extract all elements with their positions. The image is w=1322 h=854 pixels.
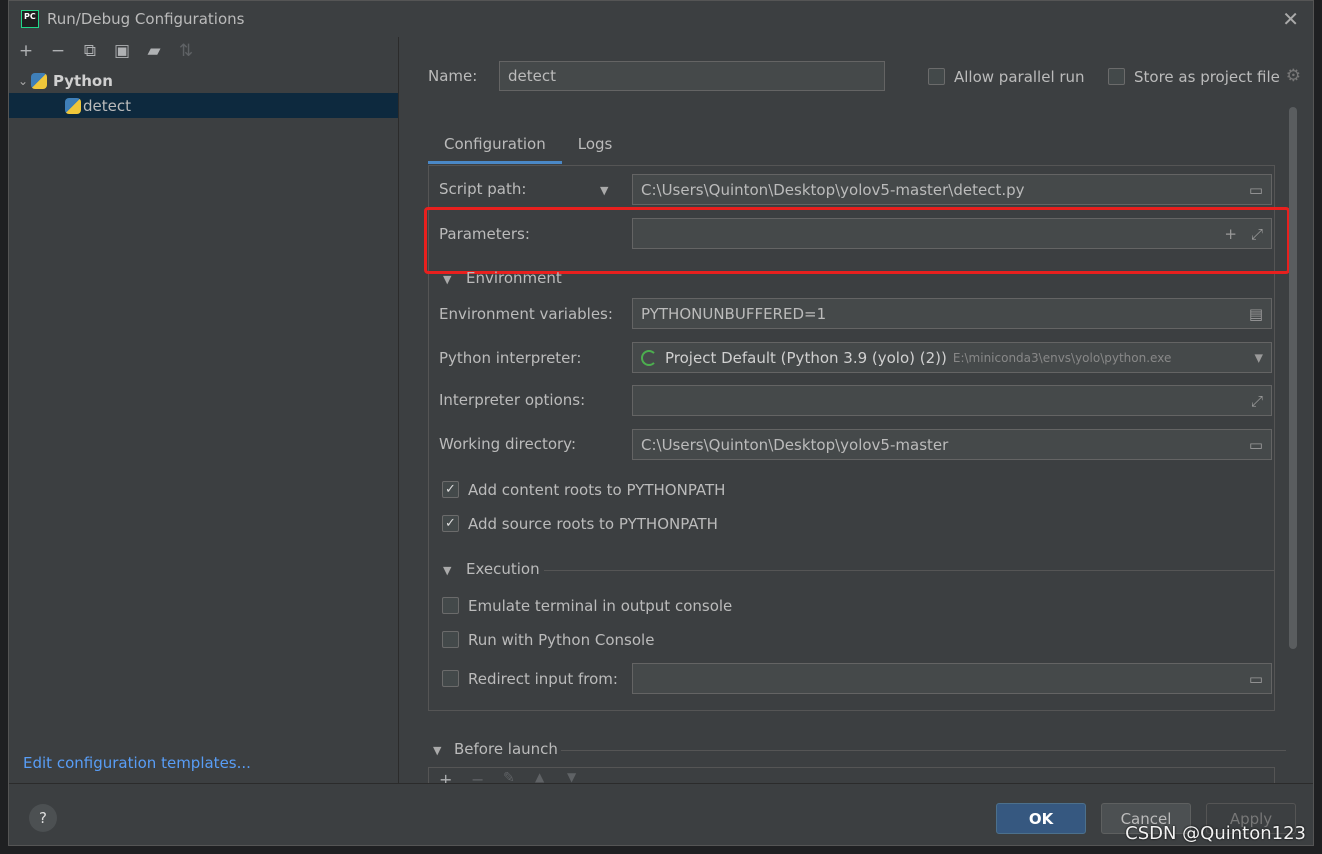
remove-icon[interactable]: − bbox=[49, 42, 67, 60]
close-icon[interactable]: ✕ bbox=[1282, 7, 1299, 31]
store-project-label: Store as project file bbox=[1134, 68, 1280, 86]
tree-toolbar: + − ⧉ ▣ ▰ ⇅ bbox=[9, 37, 398, 65]
run-debug-dialog: PC Run/Debug Configurations ✕ + − ⧉ ▣ ▰ … bbox=[8, 0, 1314, 846]
python-icon bbox=[31, 72, 47, 89]
dialog-title: Run/Debug Configurations bbox=[47, 10, 245, 28]
before-launch-divider bbox=[561, 750, 1286, 751]
highlight-box bbox=[424, 207, 1290, 274]
tree-group-label: Python bbox=[53, 71, 113, 90]
before-launch-label: Before launch bbox=[454, 740, 558, 758]
working-dir-field[interactable]: C:\Users\Quinton\Desktop\yolov5-master ▭ bbox=[632, 429, 1272, 460]
save-icon[interactable]: ▣ bbox=[113, 42, 131, 60]
folder-icon[interactable]: ▭ bbox=[1249, 436, 1263, 454]
move-up-icon[interactable]: ▲ bbox=[535, 770, 544, 783]
ok-button[interactable]: OK bbox=[996, 803, 1086, 834]
python-console-checkbox[interactable] bbox=[442, 631, 459, 648]
script-path-value: C:\Users\Quinton\Desktop\yolov5-master\d… bbox=[641, 180, 1025, 199]
execution-divider bbox=[544, 570, 1274, 571]
redirect-input-label: Redirect input from: bbox=[468, 670, 618, 688]
sort-icon[interactable]: ⇅ bbox=[177, 42, 195, 60]
edit-list-icon[interactable]: ▤ bbox=[1249, 305, 1263, 323]
environment-section-label: Environment bbox=[466, 269, 562, 287]
emulate-terminal-label: Emulate terminal in output console bbox=[468, 597, 733, 615]
env-vars-field[interactable]: PYTHONUNBUFFERED=1 ▤ bbox=[632, 298, 1272, 329]
interpreter-select[interactable]: Project Default (Python 3.9 (yolo) (2)) … bbox=[632, 342, 1272, 373]
execution-collapse-icon[interactable]: ▼ bbox=[443, 564, 451, 577]
add-content-roots-checkbox[interactable]: ✓ bbox=[442, 481, 459, 498]
editor-tabs: Configuration Logs bbox=[428, 127, 628, 164]
interpreter-value: Project Default (Python 3.9 (yolo) (2)) bbox=[665, 348, 947, 367]
folder-icon[interactable]: ▭ bbox=[1249, 181, 1263, 199]
name-field[interactable]: detect bbox=[499, 61, 885, 91]
redirect-input-checkbox[interactable] bbox=[442, 670, 459, 687]
env-vars-label: Environment variables: bbox=[439, 305, 613, 323]
allow-parallel-label: Allow parallel run bbox=[954, 68, 1085, 86]
tab-configuration[interactable]: Configuration bbox=[428, 127, 562, 164]
add-icon[interactable]: + bbox=[439, 770, 452, 783]
expand-icon[interactable]: ⤢ bbox=[1251, 392, 1263, 410]
add-content-roots-label: Add content roots to PYTHONPATH bbox=[468, 481, 726, 499]
python-icon bbox=[65, 97, 81, 114]
script-type-dropdown-icon[interactable]: ▼ bbox=[600, 184, 608, 197]
script-path-label: Script path: bbox=[439, 180, 527, 198]
python-console-label: Run with Python Console bbox=[468, 631, 655, 649]
redirect-input-field[interactable]: ▭ bbox=[632, 663, 1272, 694]
vertical-scrollbar[interactable] bbox=[1289, 107, 1297, 649]
store-project-checkbox[interactable] bbox=[1108, 68, 1125, 85]
title-bar: PC Run/Debug Configurations ✕ bbox=[9, 1, 1313, 37]
pycharm-logo-icon: PC bbox=[21, 10, 39, 28]
folder-icon[interactable]: ▭ bbox=[1249, 670, 1263, 688]
working-dir-value: C:\Users\Quinton\Desktop\yolov5-master bbox=[641, 435, 949, 454]
chevron-down-icon[interactable]: ⌄ bbox=[9, 74, 31, 88]
name-label: Name: bbox=[428, 67, 478, 85]
interp-options-label: Interpreter options: bbox=[439, 391, 586, 409]
help-button[interactable]: ? bbox=[29, 804, 57, 832]
watermark: CSDN @Quinton123 bbox=[1125, 823, 1306, 844]
interp-options-field[interactable]: ⤢ bbox=[632, 385, 1272, 416]
env-vars-value: PYTHONUNBUFFERED=1 bbox=[641, 304, 827, 323]
add-icon[interactable]: + bbox=[17, 42, 35, 60]
copy-icon[interactable]: ⧉ bbox=[81, 42, 99, 60]
before-launch-collapse-icon[interactable]: ▼ bbox=[433, 744, 441, 757]
working-dir-label: Working directory: bbox=[439, 435, 577, 453]
remove-icon[interactable]: − bbox=[471, 770, 484, 783]
before-launch-panel: + − ✎ ▲ ▼ bbox=[428, 767, 1275, 783]
dialog-footer: ? OK Cancel Apply bbox=[9, 783, 1313, 847]
configurations-tree: ⌄ Python detect bbox=[9, 68, 398, 118]
interpreter-path: E:\miniconda3\envs\yolo\python.exe bbox=[952, 350, 1172, 365]
new-folder-icon[interactable]: ▰ bbox=[145, 42, 163, 60]
interpreter-label: Python interpreter: bbox=[439, 349, 582, 367]
tree-item-label: detect bbox=[83, 96, 131, 115]
interpreter-status-icon bbox=[641, 349, 657, 366]
edit-templates-link[interactable]: Edit configuration templates... bbox=[23, 754, 251, 772]
add-source-roots-checkbox[interactable]: ✓ bbox=[442, 515, 459, 532]
configuration-editor: Name: detect Allow parallel run Store as… bbox=[399, 37, 1313, 783]
allow-parallel-checkbox[interactable] bbox=[928, 68, 945, 85]
script-path-field[interactable]: C:\Users\Quinton\Desktop\yolov5-master\d… bbox=[632, 174, 1272, 205]
execution-section-label: Execution bbox=[466, 560, 540, 578]
tree-group-python[interactable]: ⌄ Python bbox=[9, 68, 398, 93]
emulate-terminal-checkbox[interactable] bbox=[442, 597, 459, 614]
tree-item-detect[interactable]: detect bbox=[9, 93, 398, 118]
configurations-tree-pane: + − ⧉ ▣ ▰ ⇅ ⌄ Python detect Edit configu… bbox=[9, 37, 398, 783]
chevron-down-icon[interactable]: ▼ bbox=[1255, 351, 1263, 364]
edit-icon[interactable]: ✎ bbox=[503, 770, 515, 783]
environment-collapse-icon[interactable]: ▼ bbox=[443, 273, 451, 286]
gear-icon[interactable]: ⚙ bbox=[1286, 66, 1301, 86]
add-source-roots-label: Add source roots to PYTHONPATH bbox=[468, 515, 718, 533]
move-down-icon[interactable]: ▼ bbox=[567, 770, 576, 783]
tab-logs[interactable]: Logs bbox=[562, 127, 629, 164]
